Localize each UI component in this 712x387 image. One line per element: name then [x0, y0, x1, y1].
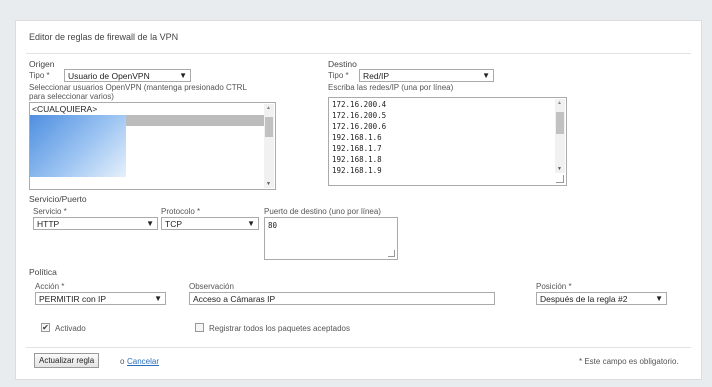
destino-tipo-label: Tipo * — [328, 71, 349, 80]
observacion-input[interactable]: Acceso a Cámaras IP — [189, 292, 495, 305]
scroll-up-icon[interactable]: ▲ — [266, 105, 271, 111]
servicio-label: Servicio * — [33, 207, 67, 216]
selection-overlay — [30, 115, 126, 177]
origen-users-listbox[interactable]: <CUALQUIERA> ▲ ▼ — [29, 102, 276, 190]
puerto-label: Puerto de destino (uno por línea) — [264, 207, 381, 216]
ip-line: 192.168.1.6 — [332, 133, 382, 142]
destino-scrollbar[interactable]: ▲ ▼ — [555, 99, 565, 173]
accion-select[interactable]: PERMITIR con IP ▼ — [35, 292, 166, 305]
scroll-up-icon[interactable]: ▲ — [557, 100, 562, 106]
protocolo-select[interactable]: TCP ▼ — [161, 217, 259, 230]
ip-line: 172.16.200.5 — [332, 111, 387, 120]
registrar-checkbox[interactable] — [195, 323, 204, 332]
ip-line: 172.16.200.6 — [332, 122, 387, 131]
destino-tipo-select[interactable]: Red/IP ▼ — [359, 69, 494, 82]
scroll-down-icon[interactable]: ▼ — [266, 181, 271, 187]
resize-grip-icon[interactable] — [388, 250, 395, 257]
servicio-heading: Servicio/Puerto — [29, 194, 87, 204]
observacion-value: Acceso a Cámaras IP — [193, 294, 276, 304]
origen-tipo-label: Tipo * — [29, 71, 50, 80]
update-rule-button[interactable]: Actualizar regla — [34, 353, 100, 368]
origen-scrollbar[interactable]: ▲ ▼ — [264, 104, 274, 188]
ip-line: 172.16.200.4 — [332, 100, 387, 109]
destino-heading: Destino — [328, 59, 357, 69]
scroll-down-icon[interactable]: ▼ — [557, 166, 562, 172]
ip-line: 192.168.1.9 — [332, 166, 382, 175]
resize-grip-icon[interactable] — [556, 175, 564, 183]
check-icon: ✔ — [42, 323, 49, 332]
form-title: Editor de reglas de firewall de la VPN — [29, 32, 179, 42]
accion-label: Acción * — [35, 282, 65, 291]
chevron-down-icon: ▼ — [482, 71, 490, 80]
protocolo-value: TCP — [165, 219, 182, 229]
posicion-label: Posición * — [536, 282, 572, 291]
chevron-down-icon: ▼ — [655, 294, 663, 303]
destino-help: Escriba las redes/IP (una por línea) — [328, 83, 454, 92]
ip-line: 192.168.1.8 — [332, 155, 382, 164]
firewall-rule-editor-panel: Editor de reglas de firewall de la VPN O… — [15, 20, 702, 380]
origen-help-line1: Seleccionar usuarios OpenVPN (mantenga p… — [29, 83, 247, 92]
origen-tipo-value: Usuario de OpenVPN — [68, 71, 150, 81]
chevron-down-icon: ▼ — [179, 71, 187, 80]
activado-label: Activado — [55, 324, 86, 333]
registrar-label: Registrar todos los paquetes aceptados — [209, 324, 350, 333]
accion-value: PERMITIR con IP — [39, 294, 107, 304]
activado-checkbox[interactable]: ✔ — [41, 323, 50, 332]
puerto-value: 80 — [268, 221, 278, 230]
actions-divider — [26, 347, 691, 348]
posicion-value: Después de la regla #2 — [540, 294, 628, 304]
origen-tipo-select[interactable]: Usuario de OpenVPN ▼ — [64, 69, 191, 82]
cancel-link[interactable]: Cancelar — [127, 357, 159, 366]
origen-heading: Origen — [29, 59, 55, 69]
chevron-down-icon: ▼ — [146, 219, 154, 228]
destino-ips-textarea[interactable]: 172.16.200.4 172.16.200.5 172.16.200.6 1… — [328, 97, 567, 186]
servicio-select[interactable]: HTTP ▼ — [33, 217, 158, 230]
servicio-value: HTTP — [37, 219, 60, 229]
scrollbar-thumb[interactable] — [556, 112, 564, 134]
selected-row-highlight — [126, 115, 264, 126]
origen-help-line2: para seleccionar varios) — [29, 92, 114, 101]
or-text: o — [120, 357, 125, 366]
ip-line: 192.168.1.7 — [332, 144, 382, 153]
required-note: * Este campo es obligatorio. — [579, 357, 679, 366]
title-divider — [26, 53, 691, 54]
protocolo-label: Protocolo * — [161, 207, 201, 216]
chevron-down-icon: ▼ — [154, 294, 162, 303]
chevron-down-icon: ▼ — [247, 219, 255, 228]
puerto-textarea[interactable]: 80 — [264, 217, 398, 260]
user-option-any[interactable]: <CUALQUIERA> — [32, 104, 97, 114]
destino-tipo-value: Red/IP — [363, 71, 389, 81]
observacion-label: Observación — [189, 282, 234, 291]
scrollbar-thumb[interactable] — [265, 117, 273, 137]
posicion-select[interactable]: Después de la regla #2 ▼ — [536, 292, 667, 305]
politica-heading: Política — [29, 267, 57, 277]
